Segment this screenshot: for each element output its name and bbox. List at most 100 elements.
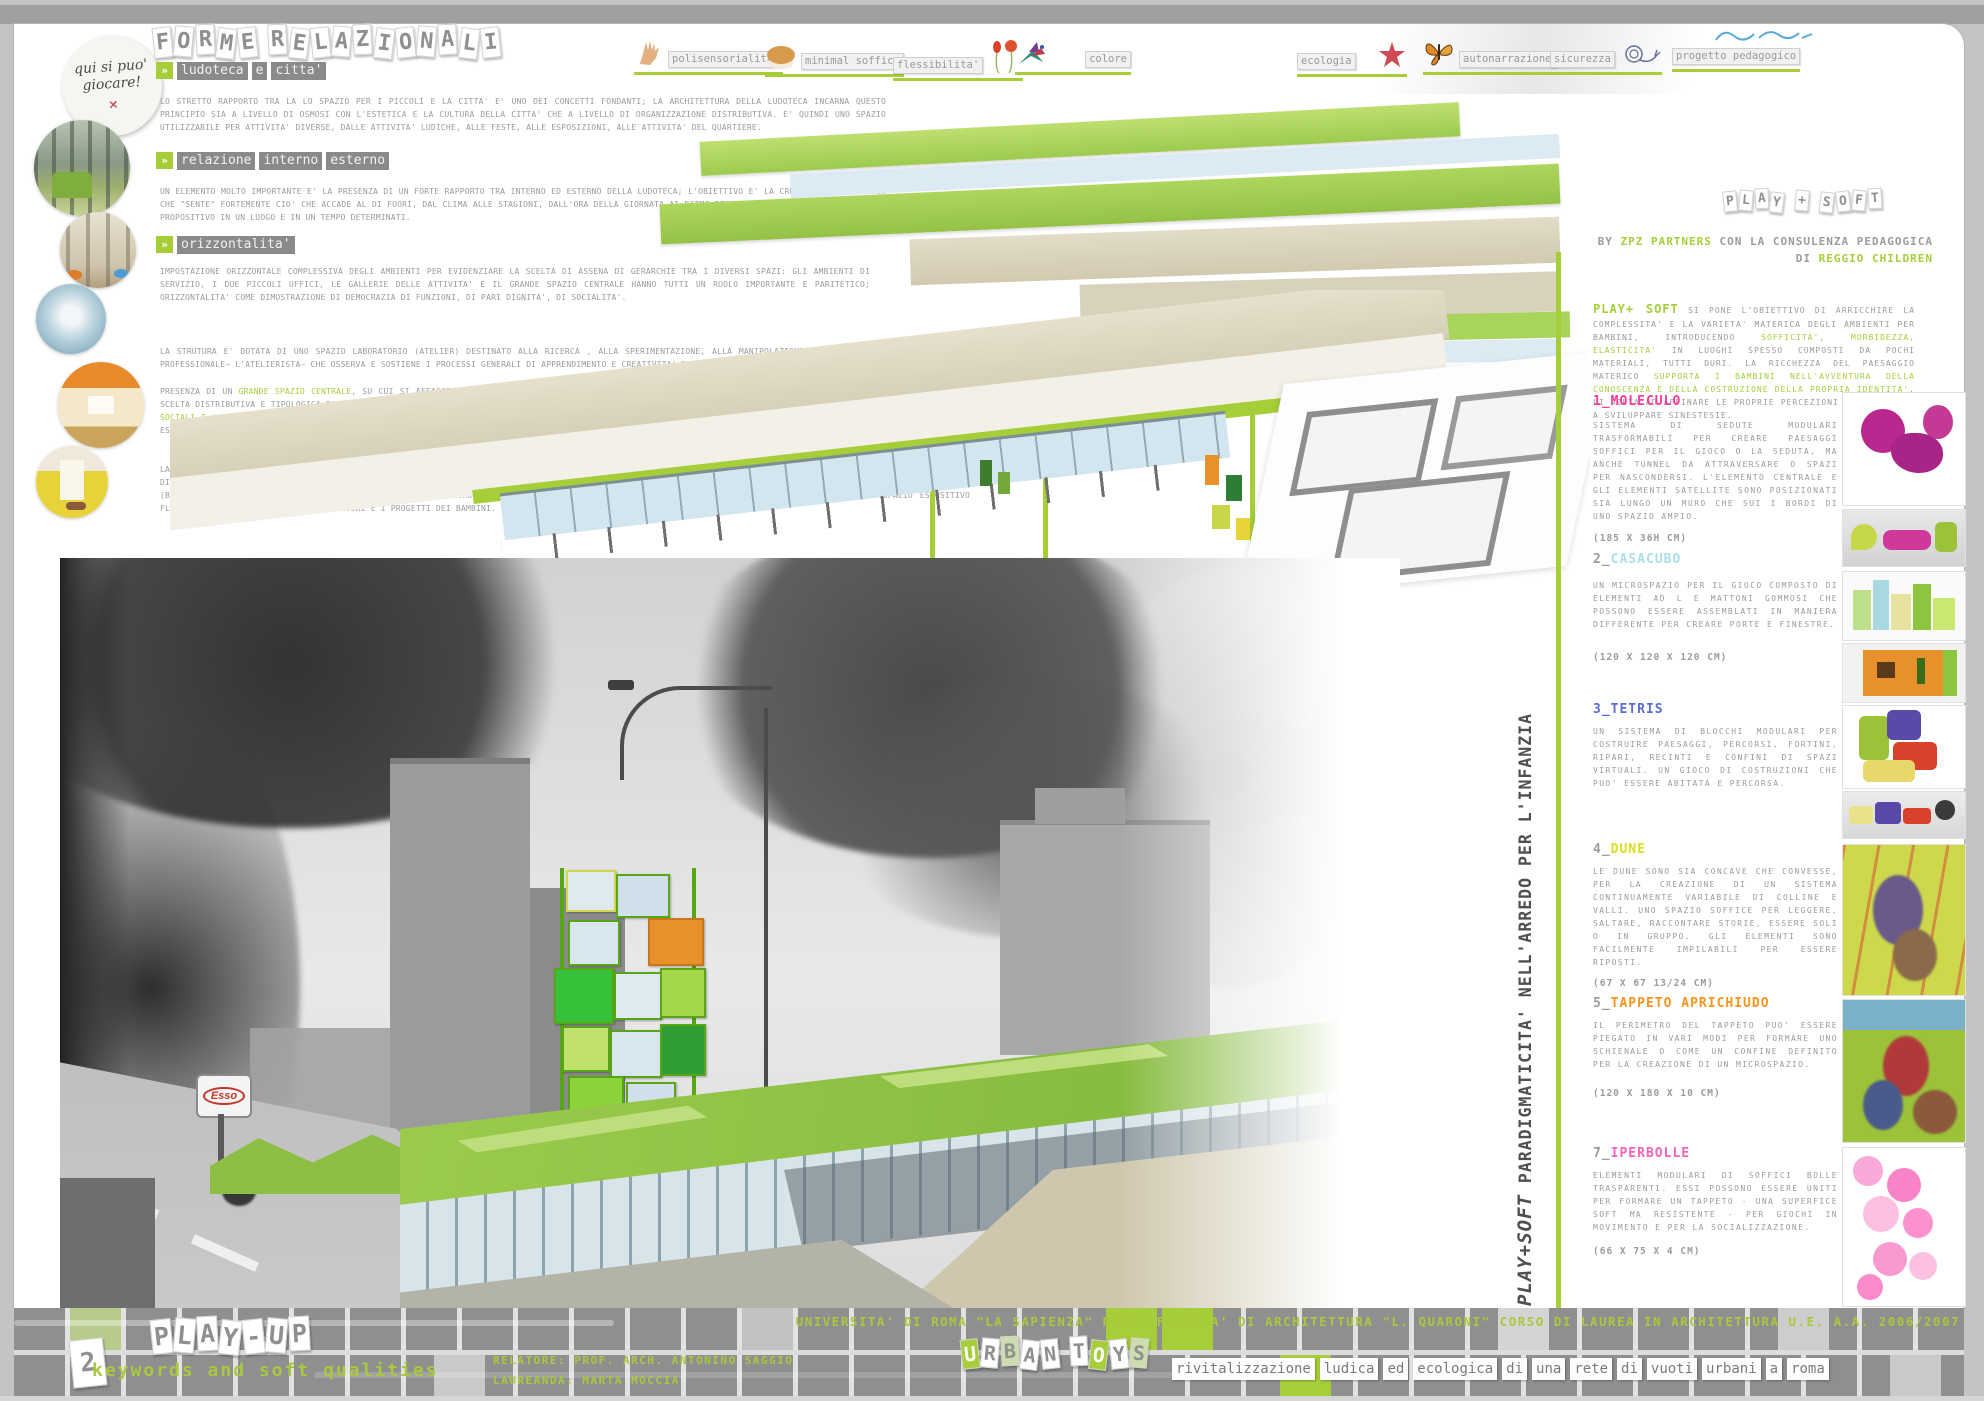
keyword-progetto-pedagogico: progetto pedagogico xyxy=(1672,48,1800,65)
thumb-dune-photo xyxy=(1843,845,1965,995)
street-photomontage: Esso xyxy=(60,558,1400,1310)
product-dims-tappeto: (120 X 180 X 10 CM) xyxy=(1593,1088,1721,1099)
keyword-underline xyxy=(1550,72,1662,75)
photo-ludoteca-interior-4 xyxy=(58,362,144,448)
snail-icon xyxy=(1622,40,1662,68)
board-series-title: PLAY-UP xyxy=(150,1318,311,1353)
product-heading-dune: 4_DUNE xyxy=(1593,842,1646,857)
word-tile: a xyxy=(1766,1358,1782,1380)
starfish-icon xyxy=(1377,40,1407,70)
keyword-label: ecologia xyxy=(1297,53,1356,70)
word-tile: citta' xyxy=(271,62,326,80)
playsoft-intro-lead: PLAY+ SOFT xyxy=(1593,302,1679,316)
product-heading-tappeto: 5_TAPPETO APRICHIUDO xyxy=(1593,996,1770,1011)
photo-ludoteca-interior-2 xyxy=(60,212,136,288)
product-dims-dune: (67 X 67 13/24 CM) xyxy=(1593,978,1714,989)
word-tile: relazione xyxy=(177,152,255,170)
street-lamp-arm xyxy=(620,686,772,780)
thumb-moleculo xyxy=(1843,393,1965,505)
product-body-dune: LE DUNE SONO SIA CONCAVE CHE CONVESSE, P… xyxy=(1593,866,1838,970)
vertical-strip-title: PLAY+SOFT PARADIGMATICITA' NELL'ARREDO P… xyxy=(1514,606,1536,1306)
word-tile: e xyxy=(252,62,268,80)
keyword-label: progetto pedagogico xyxy=(1672,48,1800,65)
word-tile: ed xyxy=(1383,1358,1408,1380)
photo-ludoteca-interior-1 xyxy=(34,120,130,216)
x-mark-icon: ✕ xyxy=(108,94,118,113)
furniture-box xyxy=(998,472,1010,494)
playsoft-title: PLAY+SOFT xyxy=(1722,190,1882,211)
keyword-label: flessibilita' xyxy=(893,57,983,74)
badge-text: qui si puo' giocare! xyxy=(60,56,162,95)
playsoft-byline: BY ZPZ PARTNERS CON LA CONSULENZA PEDAGO… xyxy=(1595,234,1933,267)
keyword-label: minimal soffice xyxy=(801,53,904,70)
keyword-ecologia: ecologia xyxy=(1297,40,1407,70)
thumb-iperbolle-photo xyxy=(1843,1148,1965,1306)
keyword-polisensorialita: polisensorialita' xyxy=(634,38,783,68)
footer-university: UNIVERSITA' DI ROMA "LA SAPIENZA" PRIMA … xyxy=(700,1312,1960,1332)
esso-sign: Esso xyxy=(196,1074,252,1118)
footer-laureanda: LAUREANDA: MARTA MOCCIA xyxy=(493,1372,680,1390)
word-tile: urbani xyxy=(1702,1358,1761,1380)
furniture-box xyxy=(980,460,992,486)
keyword-label: autonarrazione xyxy=(1459,51,1556,68)
word-tile: rete xyxy=(1570,1358,1612,1380)
product-dims-moleculo: (185 X 36H CM) xyxy=(1593,533,1687,544)
product-heading-tetris: 3_TETRIS xyxy=(1593,702,1664,717)
product-heading-iperbolle: 7_IPERBOLLE xyxy=(1593,1146,1690,1161)
word-tile: ludica xyxy=(1320,1358,1379,1380)
product-dims-casacubo: (120 X 120 X 120 CM) xyxy=(1593,652,1727,663)
product-body-tappeto: IL PERIMETRO DEL TAPPETO PUO' ESSERE PIE… xyxy=(1593,1020,1838,1072)
bird-icon xyxy=(1015,38,1049,68)
thumb-casacubo-cube xyxy=(1843,644,1965,702)
keyword-underline xyxy=(893,78,1023,81)
plan-floor xyxy=(1238,350,1590,590)
chevron-icon: » xyxy=(156,236,173,253)
esso-sign-text: Esso xyxy=(203,1087,245,1105)
presentation-board: qui si puo' giocare! ✕ FORMERELAZIONALI … xyxy=(0,0,1984,1401)
word-tile: vuoti xyxy=(1647,1358,1697,1380)
page-title: FORMERELAZIONALI xyxy=(152,26,501,57)
furniture-box xyxy=(1236,518,1250,540)
keyword-underline xyxy=(765,74,904,77)
keyword-label: sicurezza xyxy=(1550,51,1615,68)
furniture-box xyxy=(1226,475,1242,501)
word-tile: di xyxy=(1617,1358,1642,1380)
keyword-flessibilita: flessibilita' xyxy=(893,40,1023,74)
keyword-sicurezza: sicurezza xyxy=(1550,40,1662,68)
furniture-box xyxy=(1205,455,1219,485)
product-heading-casacubo: 2_CASACUBO xyxy=(1593,552,1681,567)
product-dims-iperbolle: (66 X 75 X 4 CM) xyxy=(1593,1246,1701,1257)
footer-relatore: RELATORE: PROF. ARCH. ANTONINO SAGGIO xyxy=(493,1352,794,1370)
word-tile: una xyxy=(1532,1358,1565,1380)
product-body-casacubo: UN MICROSPAZIO PER IL GIOCO COMPOSTO DI … xyxy=(1593,580,1838,632)
axonometric-render xyxy=(170,290,1590,590)
chevron-icon: » xyxy=(156,62,173,79)
roadside-wall xyxy=(60,1178,155,1310)
photo-ludoteca-interior-5 xyxy=(36,446,108,518)
thumb-casacubo-blocks xyxy=(1843,572,1965,640)
butterfly-icon xyxy=(1423,36,1455,68)
bottom-strip xyxy=(0,1396,1984,1401)
word-tile: rivitalizzazione xyxy=(1172,1358,1315,1380)
doodle-icon xyxy=(1714,26,1814,48)
word-tile: interno xyxy=(259,152,322,170)
thumb-tetris-flat xyxy=(1843,792,1965,838)
footer-subtitle: keywords and soft qualities xyxy=(92,1356,439,1385)
footer-tagline: rivitalizzazioneludicaedecologicadiunare… xyxy=(1172,1358,1962,1380)
hand-icon xyxy=(634,38,664,68)
word-tile: di xyxy=(1502,1358,1527,1380)
building-penthouse xyxy=(1035,788,1125,824)
thumb-tetris-stack xyxy=(1843,706,1965,788)
word-tile: ludoteca xyxy=(177,62,248,80)
keyword-minimal-soffice: minimal soffice xyxy=(765,44,904,70)
product-body-moleculo: SISTEMA DI SEDUTE MODULARI TRASFORMABILI… xyxy=(1593,420,1838,524)
keyword-underline xyxy=(1297,74,1407,77)
furniture-box xyxy=(1212,505,1230,529)
keyword-underline xyxy=(1015,72,1131,75)
word-tile: esterno xyxy=(326,152,389,170)
product-heading-moleculo: 1_MOLECULO xyxy=(1593,394,1681,409)
keyword-label: colore xyxy=(1085,51,1131,68)
thumb-tappeto-photo xyxy=(1843,1000,1965,1142)
product-body-iperbolle: ELEMENTI MODULARI DI SOFFICI BOLLE TRASP… xyxy=(1593,1170,1838,1235)
keyword-underline xyxy=(1423,72,1556,75)
